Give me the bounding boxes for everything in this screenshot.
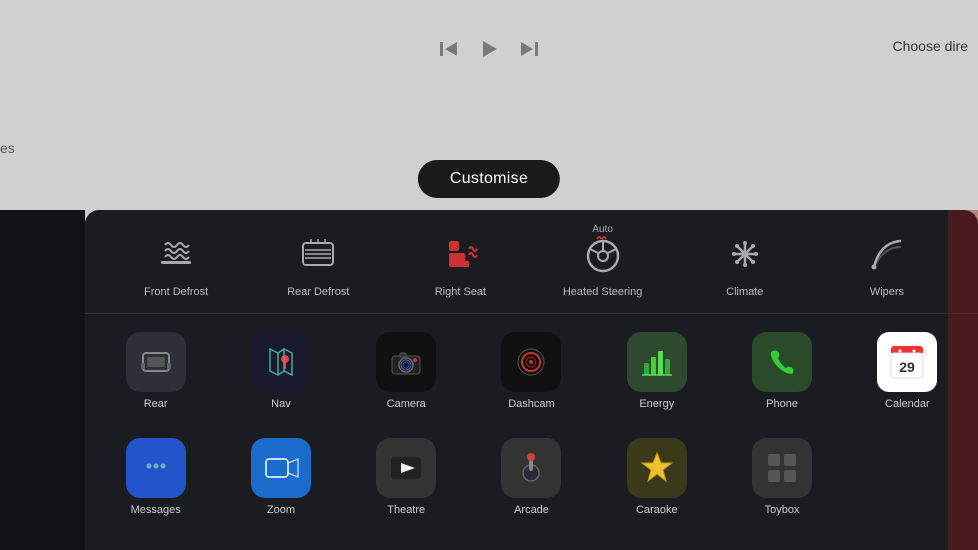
app-rear[interactable]: Rear <box>95 324 216 418</box>
skip-forward-button[interactable] <box>518 38 540 60</box>
heated-steering-icon <box>577 228 629 280</box>
car-edge <box>948 210 978 550</box>
energy-app-label: Energy <box>639 398 674 410</box>
app-grid-row1: Rear Nav <box>85 314 978 428</box>
app-arcade[interactable]: Arcade <box>471 430 592 524</box>
rear-app-label: Rear <box>144 398 168 410</box>
arcade-app-icon <box>501 438 561 498</box>
rear-defrost-label: Rear Defrost <box>287 286 349 299</box>
rear-defrost-icon <box>292 228 344 280</box>
quick-front-defrost[interactable]: Front Defrost <box>105 228 247 299</box>
app-nav[interactable]: Nav <box>220 324 341 418</box>
heated-steering-label: Heated Steering <box>563 286 643 299</box>
theatre-app-icon <box>376 438 436 498</box>
quick-climate[interactable]: Climate <box>674 228 816 299</box>
wipers-label: Wipers <box>870 286 904 299</box>
play-button[interactable] <box>478 38 500 60</box>
media-controls <box>438 38 540 60</box>
messages-app-icon <box>126 438 186 498</box>
app-caraoke[interactable]: Caraoke <box>596 430 717 524</box>
top-left-label: es <box>0 140 15 156</box>
left-sidebar <box>0 210 85 550</box>
wipers-icon <box>861 228 913 280</box>
app-dashcam[interactable]: Dashcam <box>471 324 592 418</box>
caraoke-app-icon <box>627 438 687 498</box>
choose-direction-label: Choose dire <box>893 38 969 54</box>
front-defrost-label: Front Defrost <box>144 286 208 299</box>
front-defrost-icon <box>150 228 202 280</box>
rear-app-icon <box>126 332 186 392</box>
camera-app-label: Camera <box>387 398 426 410</box>
quick-right-seat[interactable]: Right Seat <box>389 228 531 299</box>
dashcam-app-label: Dashcam <box>508 398 554 410</box>
zoom-app-label: Zoom <box>267 504 295 516</box>
zoom-app-icon <box>251 438 311 498</box>
caraoke-app-label: Caraoke <box>636 504 678 516</box>
svg-text:29: 29 <box>900 359 916 375</box>
skip-back-button[interactable] <box>438 38 460 60</box>
calendar-app-label: Calendar <box>885 398 930 410</box>
energy-app-icon <box>627 332 687 392</box>
toybox-app-icon <box>752 438 812 498</box>
climate-label: Climate <box>726 286 763 299</box>
main-panel: Front Defrost Rear Defrost <box>85 210 978 550</box>
app-toybox[interactable]: Toybox <box>721 430 842 524</box>
quick-rear-defrost[interactable]: Rear Defrost <box>247 228 389 299</box>
right-seat-icon <box>434 228 486 280</box>
quick-heated-steering[interactable]: Auto Heated Steering <box>532 228 674 299</box>
app-phone[interactable]: Phone <box>721 324 842 418</box>
calendar-app-icon: 29 <box>877 332 937 392</box>
dashcam-app-icon <box>501 332 561 392</box>
customise-button[interactable]: Customise <box>418 160 560 198</box>
app-zoom[interactable]: Zoom <box>220 430 341 524</box>
quick-wipers[interactable]: Wipers <box>816 228 958 299</box>
messages-app-label: Messages <box>131 504 181 516</box>
phone-app-label: Phone <box>766 398 798 410</box>
arcade-app-label: Arcade <box>514 504 549 516</box>
quick-controls-bar: Front Defrost Rear Defrost <box>85 210 978 314</box>
nav-app-label: Nav <box>271 398 291 410</box>
app-energy[interactable]: Energy <box>596 324 717 418</box>
heated-steering-badge: Auto <box>592 224 613 235</box>
nav-app-icon <box>251 332 311 392</box>
right-seat-label: Right Seat <box>435 286 486 299</box>
app-camera[interactable]: Camera <box>346 324 467 418</box>
app-grid-row2: Messages Zoom Theatre <box>85 428 978 524</box>
app-theatre[interactable]: Theatre <box>346 430 467 524</box>
theatre-app-label: Theatre <box>387 504 425 516</box>
camera-app-icon <box>376 332 436 392</box>
toybox-app-label: Toybox <box>765 504 800 516</box>
app-messages[interactable]: Messages <box>95 430 216 524</box>
climate-icon <box>719 228 771 280</box>
phone-app-icon <box>752 332 812 392</box>
